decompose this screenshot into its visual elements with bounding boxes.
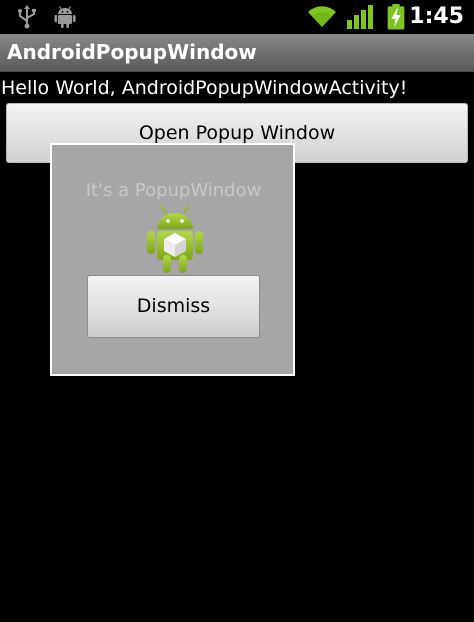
popup-title: It's a PopupWindow [85,180,262,201]
app-title: AndroidPopupWindow [7,40,257,64]
signal-icon [347,5,373,29]
usb-icon [18,5,36,29]
hello-text: Hello World, AndroidPopupWindowActivity! [1,77,408,99]
android-robot-icon [147,206,203,273]
wifi-icon [308,6,336,27]
android-debug-icon [54,6,76,28]
android-screen: 1:45 AndroidPopupWindow Hello World, And… [0,0,474,622]
app-title-bar: AndroidPopupWindow [0,34,474,72]
battery-charging-icon [387,4,405,30]
popup-window: It's a PopupWindow Dismiss [50,143,295,376]
status-bar: 1:45 [0,0,474,34]
status-clock: 1:45 [409,4,464,29]
dismiss-button[interactable]: Dismiss [87,275,260,338]
